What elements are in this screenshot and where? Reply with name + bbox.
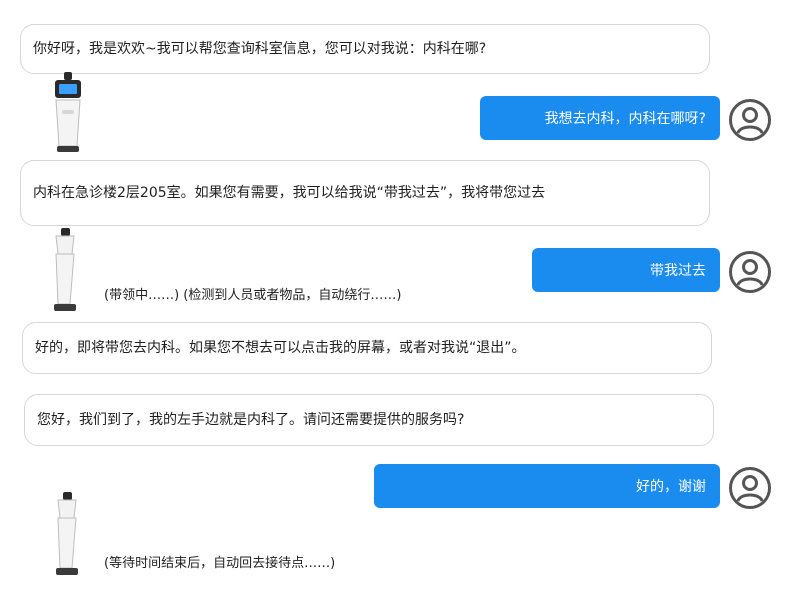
robot-front-icon <box>55 72 81 152</box>
user-avatar-icon <box>729 467 771 509</box>
bot-message-3-text: 好的，即将带您去内科。如果您不想去可以点击我的屏幕，或者对我说“退出”。 <box>35 340 526 356</box>
robot-side-icon <box>54 228 76 311</box>
bot-message-3: 好的，即将带您去内科。如果您不想去可以点击我的屏幕，或者对我说“退出”。 <box>22 322 712 374</box>
bot-message-1: 你好呀，我是欢欢~我可以帮您查询科室信息，您可以对我说：内科在哪? <box>20 24 710 74</box>
bot-message-4: 您好，我们到了，我的左手边就是内科了。请问还需要提供的服务吗? <box>24 394 714 446</box>
user-message-3-text: 好的，谢谢 <box>636 479 706 495</box>
user-avatar-icon <box>729 251 771 293</box>
status-text-returning: (等待时间结束后，自动回去接待点……) <box>104 556 336 571</box>
user-message-3: 好的，谢谢 <box>374 464 720 508</box>
user-message-1: 我想去内科，内科在哪呀? <box>480 96 720 140</box>
user-message-2: 带我过去 <box>532 248 720 292</box>
bot-message-1-text: 你好呀，我是欢欢~我可以帮您查询科室信息，您可以对我说：内科在哪? <box>33 41 487 57</box>
bot-message-2: 内科在急诊楼2层205室。如果您有需要，我可以给我说“带我过去”，我将带您过去 <box>20 160 710 226</box>
user-message-1-text: 我想去内科，内科在哪呀? <box>544 111 706 127</box>
status-text-guiding: (带领中……) (检测到人员或者物品，自动绕行……) <box>104 288 402 303</box>
robot-side-icon <box>56 492 78 575</box>
user-message-2-text: 带我过去 <box>650 263 706 279</box>
user-avatar-icon <box>729 99 771 141</box>
bot-message-2-text: 内科在急诊楼2层205室。如果您有需要，我可以给我说“带我过去”，我将带您过去 <box>33 185 546 201</box>
bot-message-4-text: 您好，我们到了，我的左手边就是内科了。请问还需要提供的服务吗? <box>37 412 465 428</box>
